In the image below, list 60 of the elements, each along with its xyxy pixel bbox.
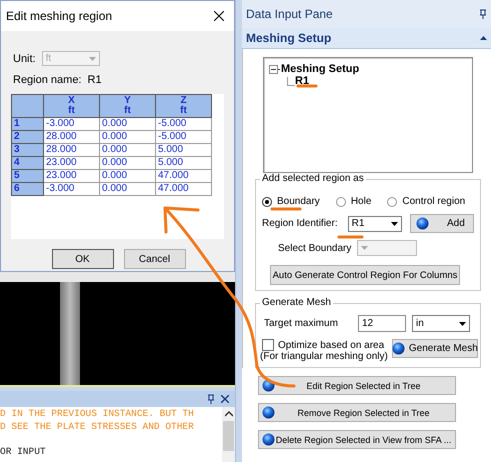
row-header[interactable]: 6 <box>12 182 44 196</box>
section-title: Meshing Setup <box>246 31 332 45</box>
ok-button[interactable]: OK <box>52 249 114 269</box>
row-header[interactable]: 5 <box>12 170 44 182</box>
pane-title: Data Input Pane <box>246 7 333 21</box>
table-cell[interactable]: 0.000 <box>100 182 156 196</box>
column-header: Z ft <box>156 94 212 118</box>
column-header: X ft <box>44 94 100 118</box>
output-line: D SEE THE PLATE STRESSES AND OTHER <box>0 420 195 433</box>
output-line: OR INPUT <box>0 446 47 458</box>
table-cell[interactable]: 28.000 <box>44 144 100 156</box>
tree-view[interactable]: Meshing Setup R1 <box>263 57 473 173</box>
region-identifier-dropdown[interactable]: R1 <box>348 216 402 232</box>
region-name: R1 <box>88 74 102 86</box>
group-title: Add selected region as <box>260 173 366 184</box>
radio-option[interactable]: Hole <box>336 196 372 207</box>
unit-dropdown[interactable]: in <box>412 315 470 332</box>
row-header[interactable]: 1 <box>12 118 44 130</box>
row-header[interactable]: 2 <box>12 130 44 144</box>
table-cell[interactable]: -5.000 <box>156 130 212 144</box>
target-field[interactable]: 12 <box>358 315 406 332</box>
unit-label: Unit: <box>13 52 36 64</box>
checkbox-label: Optimize based on area <box>278 340 384 350</box>
table-cell[interactable]: 5.000 <box>156 156 212 170</box>
table-cell[interactable]: -3.000 <box>44 118 100 130</box>
radio-option[interactable]: Control region <box>387 196 466 207</box>
auto-generate-button[interactable]: Auto Generate Control Region For Columns <box>270 265 460 285</box>
table-cell[interactable]: 23.000 <box>44 170 100 182</box>
dialog-title: Edit meshing region <box>6 9 112 23</box>
target-label: Target maximum <box>264 318 339 329</box>
add-button[interactable]: Add <box>410 214 474 233</box>
radio-option[interactable]: Boundary <box>262 196 320 207</box>
table-cell[interactable]: 47.000 <box>156 170 212 182</box>
region-identifier-label: Region Identifier: <box>262 218 338 229</box>
action-button[interactable]: Remove Region Selected in Tree <box>258 403 456 422</box>
action-button[interactable]: Edit Region Selected in Tree <box>258 376 456 395</box>
select-boundary-label: Select Boundary <box>278 242 352 254</box>
table-cell[interactable]: 0.000 <box>100 170 156 182</box>
table-cell[interactable]: 23.000 <box>44 156 100 170</box>
generate-mesh-button[interactable]: Generate Mesh <box>392 339 478 358</box>
cancel-button[interactable]: Cancel <box>124 249 186 269</box>
table-cell[interactable]: 0.000 <box>100 144 156 156</box>
tree-item[interactable]: Meshing Setup <box>281 63 360 75</box>
table-cell[interactable]: -3.000 <box>44 182 100 196</box>
table-cell[interactable]: 47.000 <box>156 182 212 196</box>
note-text: (For triangular meshing only) <box>260 351 388 362</box>
action-button[interactable]: Delete Region Selected in View from SFA ... <box>258 430 456 449</box>
row-header[interactable]: 4 <box>12 156 44 170</box>
row-header[interactable]: 3 <box>12 144 44 156</box>
table-cell[interactable]: 0.000 <box>100 130 156 144</box>
column-header: Y ft <box>100 94 156 118</box>
region-name-label: Region name: <box>13 74 82 86</box>
table-cell[interactable]: 28.000 <box>44 130 100 144</box>
table-cell[interactable]: -5.000 <box>156 118 212 130</box>
table-cell[interactable]: 0.000 <box>100 118 156 130</box>
table-cell[interactable]: 0.000 <box>100 156 156 170</box>
output-line: D IN THE PREVIOUS INSTANCE. BUT TH <box>0 408 195 420</box>
table-cell[interactable]: 5.000 <box>156 144 212 156</box>
tree-item[interactable]: R1 <box>295 75 310 87</box>
group-title: Generate Mesh <box>260 297 333 308</box>
